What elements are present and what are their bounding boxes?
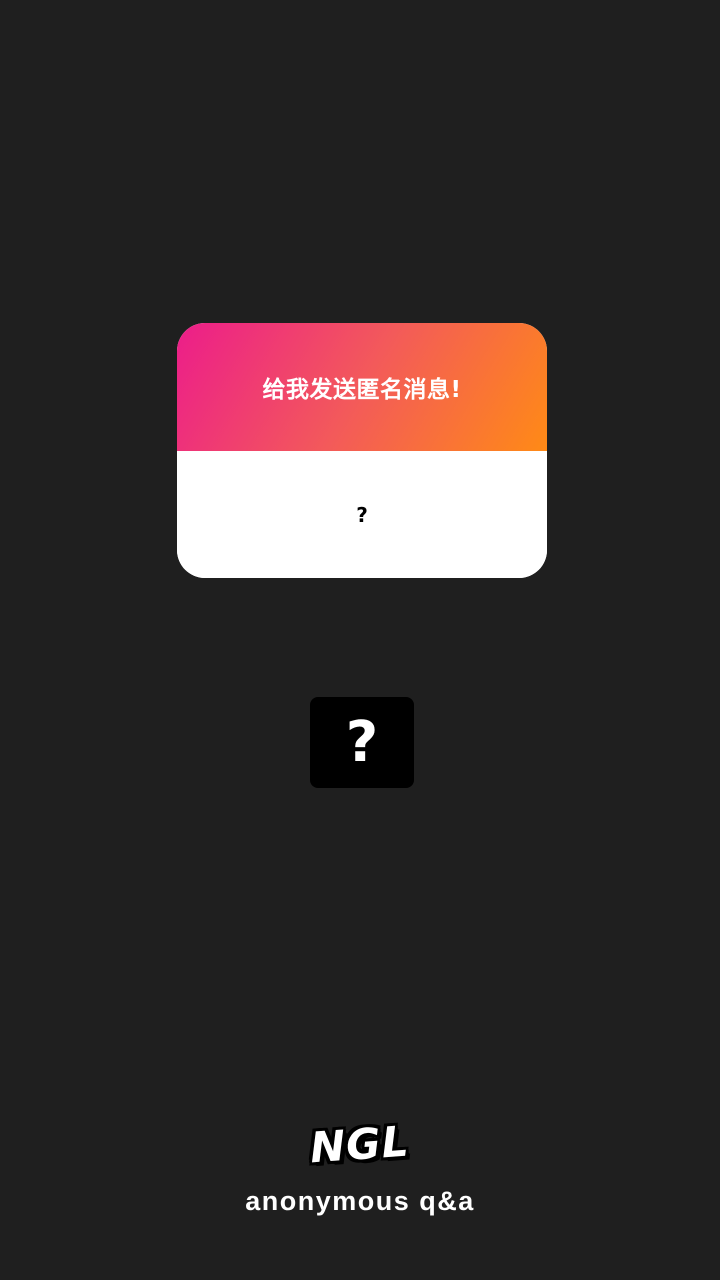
- question-mark-button[interactable]: ?: [310, 697, 414, 788]
- brand-footer: NGL anonymous q&a: [0, 1117, 720, 1217]
- card-body: ?: [177, 451, 547, 578]
- ngl-logo: NGL: [308, 1116, 412, 1173]
- card-question-text: ?: [356, 502, 368, 527]
- brand-tagline: anonymous q&a: [245, 1186, 475, 1216]
- card-header: 给我发送匿名消息!: [177, 323, 547, 451]
- anonymous-message-card: 给我发送匿名消息! ?: [177, 323, 547, 578]
- card-title: 给我发送匿名消息!: [262, 377, 462, 403]
- question-mark-icon: ?: [345, 709, 379, 775]
